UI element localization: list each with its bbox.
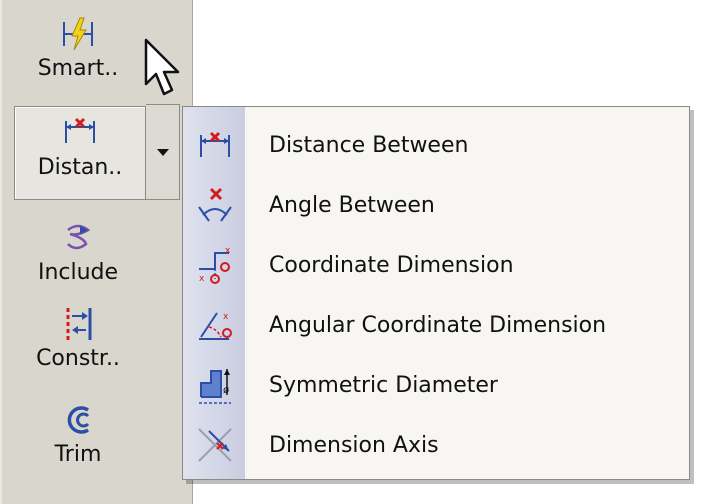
trim-icon <box>67 406 90 434</box>
include-icon <box>67 224 91 250</box>
construction-icon <box>66 308 92 340</box>
menu-item-angular-coordinate-dimension[interactable]: x Angular Coordinate Dimension <box>183 295 689 355</box>
smart-dimension-label: Smart.. <box>37 56 119 81</box>
menu-item-label: Angular Coordinate Dimension <box>269 312 607 338</box>
svg-text:x: x <box>225 246 231 256</box>
include-button[interactable]: Include <box>14 212 142 298</box>
distance-label: Distan.. <box>37 155 123 180</box>
angle-between-icon <box>198 187 232 222</box>
symmetric-diameter-icon: ø <box>199 369 231 404</box>
dimension-axis-icon <box>198 428 232 462</box>
menu-item-label: Angle Between <box>269 192 435 218</box>
svg-text:x: x <box>223 312 229 322</box>
menu-item-label: Dimension Axis <box>269 432 439 458</box>
menu-item-symmetric-diameter[interactable]: ø Symmetric Diameter <box>183 355 689 415</box>
trim-button[interactable]: Trim <box>14 394 142 480</box>
smart-dimension-button[interactable]: Smart.. <box>14 8 142 94</box>
svg-text:x: x <box>199 274 205 284</box>
menu-item-label: Coordinate Dimension <box>269 252 514 278</box>
angular-coordinate-dimension-icon: x <box>199 312 232 340</box>
distance-dropdown-menu: Distance Between Angle Between x x Coord… <box>182 106 690 480</box>
distance-between-icon <box>200 131 230 157</box>
distance-icon <box>65 117 95 143</box>
menu-item-distance-between[interactable]: Distance Between <box>183 115 689 175</box>
include-label: Include <box>37 260 119 285</box>
distance-dropdown-button[interactable] <box>146 104 180 200</box>
trim-label: Trim <box>54 442 102 467</box>
smart-dimension-icon <box>63 17 93 51</box>
menu-item-label: Symmetric Diameter <box>269 372 498 398</box>
menu-item-coordinate-dimension[interactable]: x x Coordinate Dimension <box>183 235 689 295</box>
distance-button[interactable]: Distan.. <box>14 106 146 200</box>
coordinate-dimension-icon: x x <box>199 246 231 284</box>
menu-item-label: Distance Between <box>269 132 469 158</box>
mouse-cursor-icon <box>144 38 180 96</box>
svg-text:ø: ø <box>223 385 229 396</box>
construction-label: Constr.. <box>36 346 120 371</box>
dropdown-arrow-icon <box>156 148 169 156</box>
construction-button[interactable]: Constr.. <box>14 298 142 384</box>
menu-item-angle-between[interactable]: Angle Between <box>183 175 689 235</box>
menu-item-dimension-axis[interactable]: Dimension Axis <box>183 415 689 475</box>
